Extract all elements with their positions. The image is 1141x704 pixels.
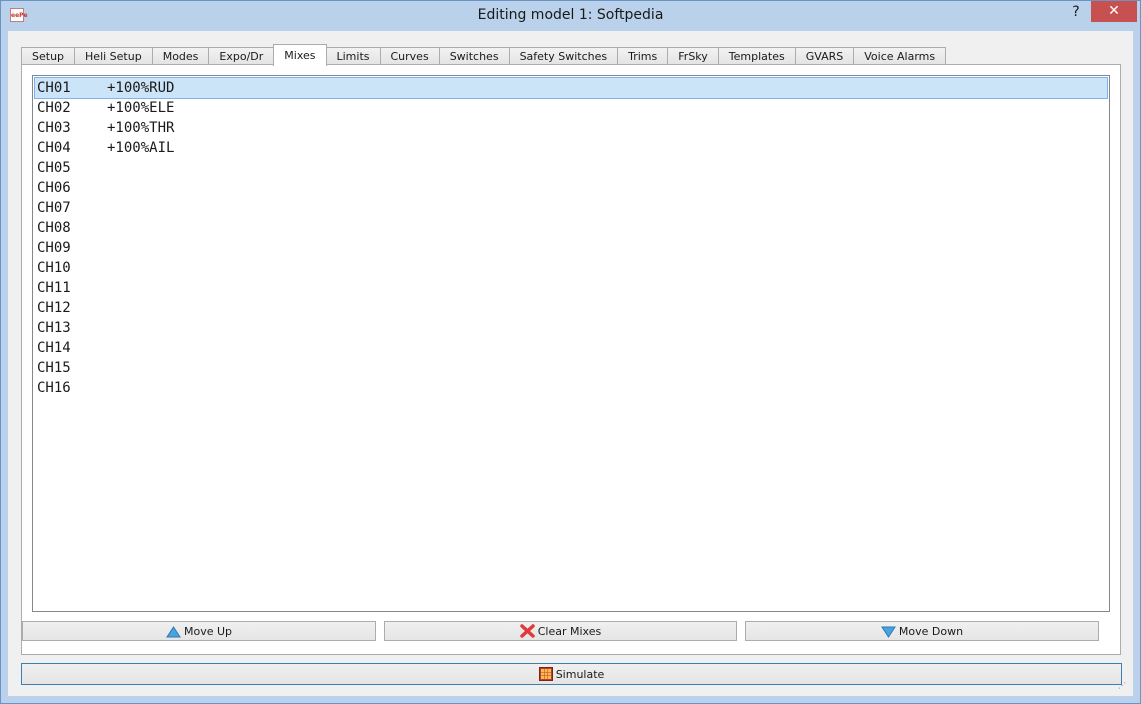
mix-row[interactable]: CH07 xyxy=(35,198,1107,218)
channel-label: CH14 xyxy=(37,340,71,356)
mix-row[interactable]: CH16 xyxy=(35,378,1107,398)
mixes-list[interactable]: CH01 +100%RUD CH02 +100%ELE CH03 +100%THR CH04… xyxy=(32,75,1110,612)
triangle-up-icon xyxy=(166,626,181,638)
channel-label: CH05 xyxy=(37,160,71,176)
mixes-panel: CH01 +100%RUD CH02 +100%ELE CH03 +100%THR CH04… xyxy=(21,64,1121,655)
move-up-button[interactable]: Move Up xyxy=(22,621,376,641)
clear-mixes-button[interactable]: Clear Mixes xyxy=(384,621,737,641)
channel-label: CH09 xyxy=(37,240,71,256)
help-button[interactable]: ? xyxy=(1063,2,1089,22)
mix-value: +100%THR xyxy=(107,120,175,136)
mix-row[interactable]: CH09 xyxy=(35,238,1107,258)
mix-row[interactable]: CH11 xyxy=(35,278,1107,298)
triangle-down-icon xyxy=(880,626,896,638)
mix-row[interactable]: CH01 +100%RUD xyxy=(34,77,1108,99)
channel-label: CH04 xyxy=(37,140,71,156)
mix-row[interactable]: CH15 xyxy=(35,358,1107,378)
move-down-button[interactable]: Move Down xyxy=(745,621,1099,641)
red-x-icon xyxy=(520,624,535,638)
mix-row[interactable]: CH08 xyxy=(35,218,1107,238)
mix-row[interactable]: CH13 xyxy=(35,318,1107,338)
channel-label: CH16 xyxy=(37,380,71,396)
mix-value: +100%ELE xyxy=(107,100,175,116)
mix-row[interactable]: CH05 xyxy=(35,158,1107,178)
channel-label: CH13 xyxy=(37,320,71,336)
channel-label: CH03 xyxy=(37,120,71,136)
simulate-label: Simulate xyxy=(555,668,605,681)
channel-label: CH12 xyxy=(37,300,71,316)
channel-label: CH07 xyxy=(37,200,71,216)
mix-row[interactable]: CH04 +100%AIL xyxy=(35,138,1107,158)
mix-row[interactable]: CH10 xyxy=(35,258,1107,278)
mix-row[interactable]: CH03 +100%THR xyxy=(35,118,1107,138)
mix-row[interactable]: CH14 xyxy=(35,338,1107,358)
client-area: Setup Heli Setup Modes Expo/Dr Mixes Limits Cu… xyxy=(8,31,1133,696)
move-up-label: Move Up xyxy=(183,625,233,638)
mix-row[interactable]: CH12 xyxy=(35,298,1107,318)
mix-row[interactable]: CH02 +100%ELE xyxy=(35,98,1107,118)
tab-mixes[interactable]: Mixes xyxy=(273,44,327,66)
move-down-label: Move Down xyxy=(898,625,964,638)
editor-window: eePe Editing model 1: Softpedia ? ✕ Setu… xyxy=(0,0,1141,704)
channel-label: CH11 xyxy=(37,280,71,296)
mix-value: +100%RUD xyxy=(107,80,175,96)
channel-label: CH06 xyxy=(37,180,71,196)
tab-bar: Setup Heli Setup Modes Expo/Dr Mixes Limits Cu… xyxy=(21,44,947,66)
title-bar[interactable]: eePe Editing model 1: Softpedia ? ✕ xyxy=(1,1,1140,31)
channel-label: CH08 xyxy=(37,220,71,236)
channel-label: CH02 xyxy=(37,100,71,116)
channel-label: CH15 xyxy=(37,360,71,376)
channel-label: CH01 xyxy=(37,80,71,96)
channel-label: CH10 xyxy=(37,260,71,276)
clear-mixes-label: Clear Mixes xyxy=(537,625,602,638)
mix-row[interactable]: CH06 xyxy=(35,178,1107,198)
mix-value: +100%AIL xyxy=(107,140,175,156)
window-title: Editing model 1: Softpedia xyxy=(477,7,664,23)
close-button[interactable]: ✕ xyxy=(1091,1,1137,22)
resize-grip-icon[interactable]: ⋰ xyxy=(1118,681,1128,691)
grid-icon xyxy=(538,667,553,681)
simulate-button[interactable]: Simulate xyxy=(21,663,1122,685)
